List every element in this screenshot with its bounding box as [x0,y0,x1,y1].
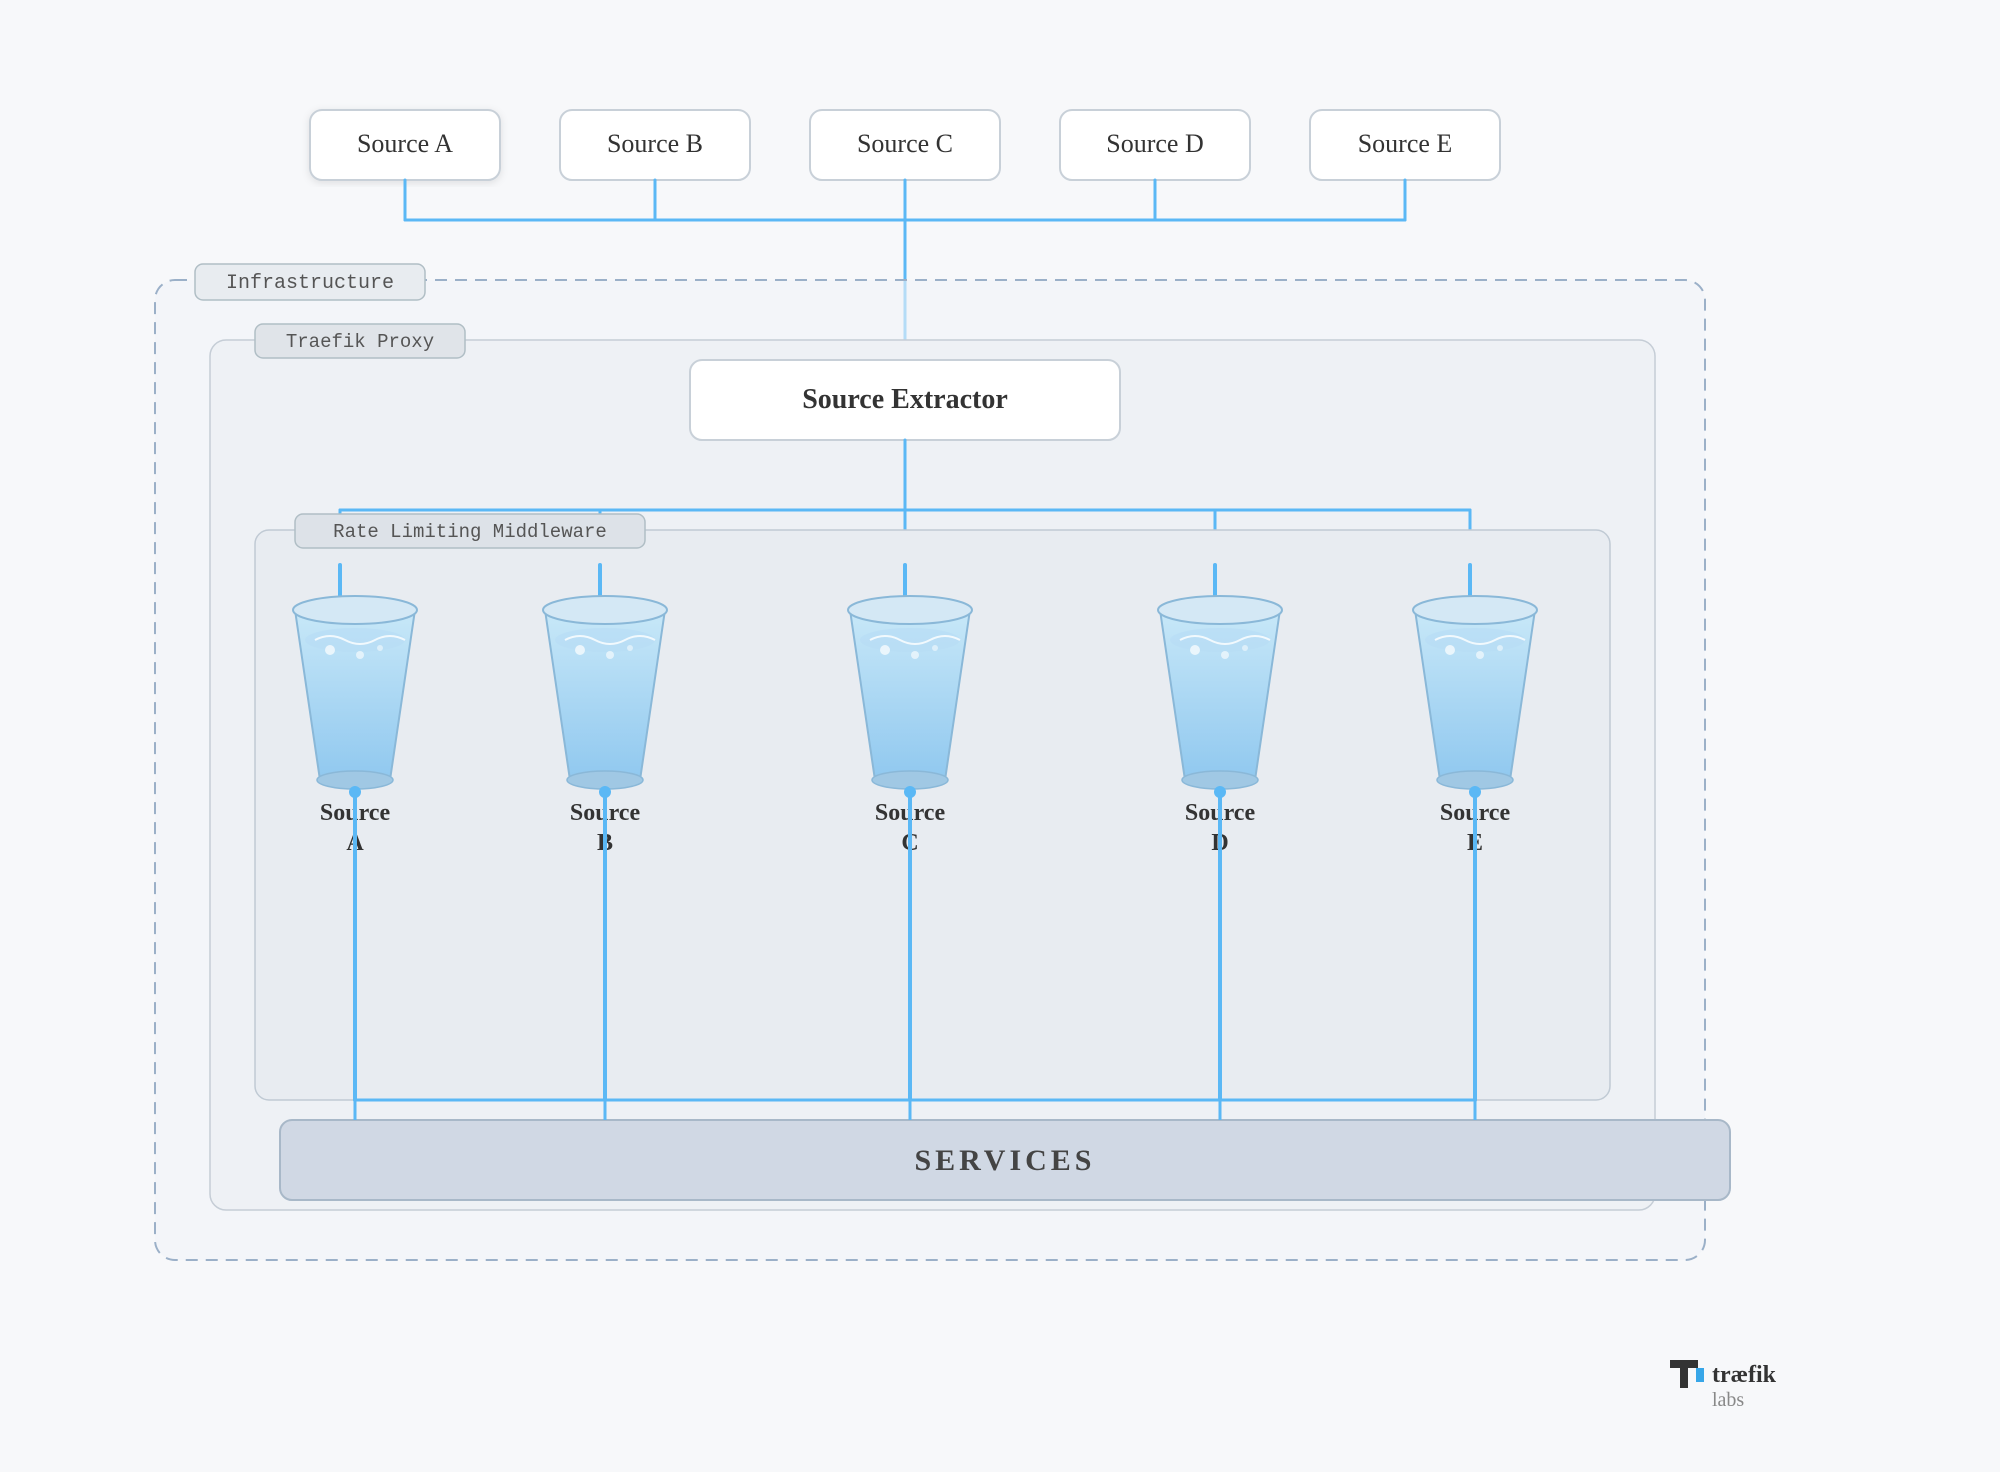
services-label: SERVICES [914,1144,1095,1177]
rate-limit-label: Rate Limiting Middleware [333,521,607,543]
svg-text:labs: labs [1712,1389,1744,1411]
svg-text:træfik: træfik [1712,1362,1777,1388]
source-b-label: Source B [607,129,703,158]
traefik-proxy-label: Traefik Proxy [286,331,434,353]
diagram-svg: Source A Source B Source C Source D Sour… [0,0,2000,1472]
source-c-label: Source C [857,129,953,158]
source-extractor-label: Source Extractor [802,384,1008,415]
source-e-label: Source E [1358,129,1453,158]
source-a-label: Source A [357,129,453,158]
source-d-label: Source D [1106,129,1203,158]
infrastructure-label: Infrastructure [226,272,394,295]
